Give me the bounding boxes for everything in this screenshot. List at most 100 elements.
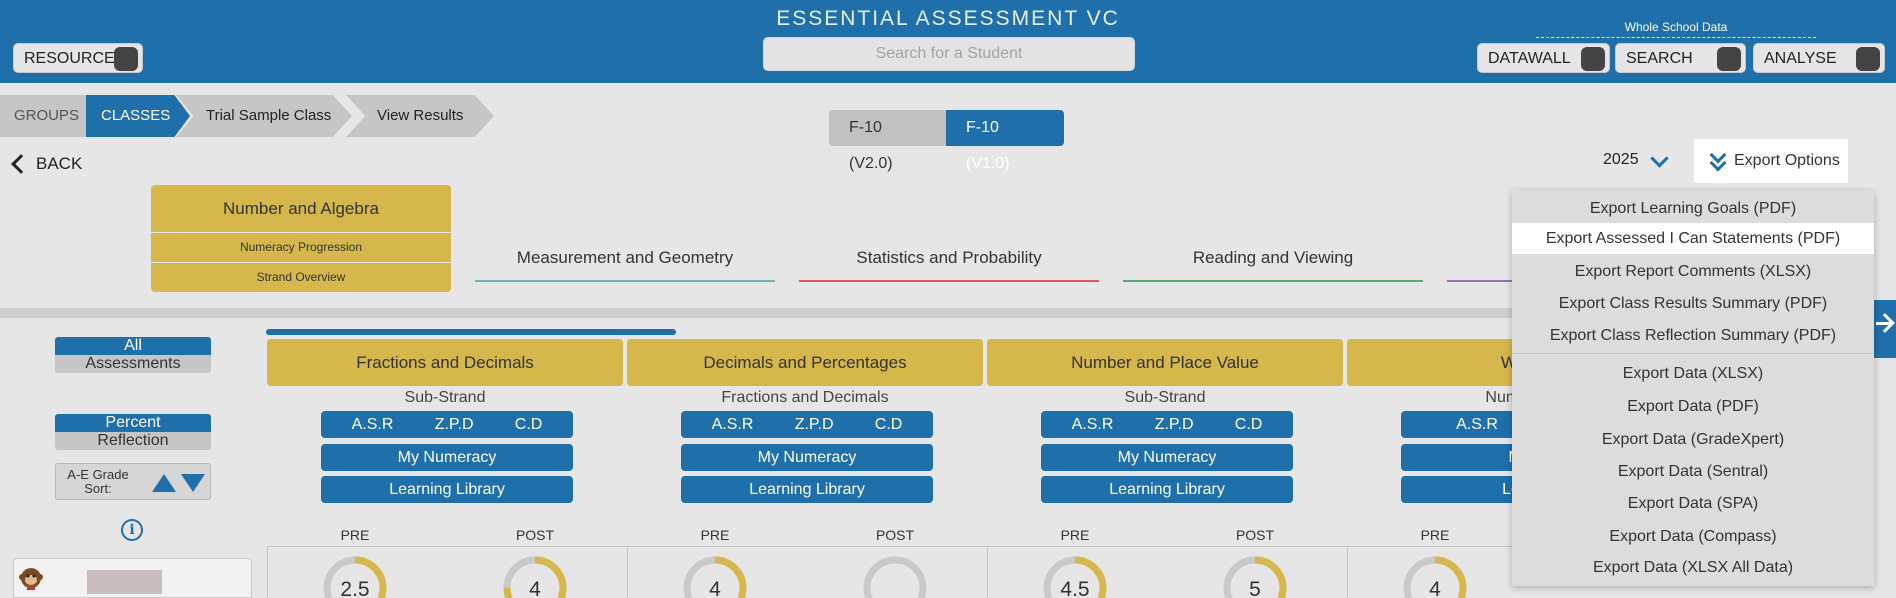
sort-ascending-icon[interactable] [152,474,176,492]
export-class-results-summary[interactable]: Export Class Results Summary (PDF) [1512,288,1874,319]
my-numeracy-button[interactable]: My Numeracy [681,444,933,471]
double-chevron-down-icon [1708,146,1728,172]
strand-tab-statistics-probability[interactable]: Statistics and Probability [799,242,1099,282]
code-cd[interactable]: C.D [875,411,903,438]
export-learning-goals[interactable]: Export Learning Goals (PDF) [1512,193,1874,224]
export-data-sentral[interactable]: Export Data (Sentral) [1512,456,1874,487]
display-mode-toggle[interactable]: Percent Reflection [55,414,211,450]
results-panel [987,546,1347,598]
back-button[interactable]: BACK [8,154,82,174]
search-button[interactable]: SEARCH [1615,43,1746,73]
resources-button[interactable]: RESOURCES [13,43,143,73]
resources-toggle-icon [114,47,138,71]
filter-assessments[interactable]: Assessments [55,355,211,373]
export-data-pdf[interactable]: Export Data (PDF) [1512,391,1874,422]
strand-tab-label: Number and Algebra [151,185,451,232]
substrand-header[interactable]: Fractions and Decimals [267,339,623,386]
my-numeracy-button[interactable]: My Numeracy [321,444,573,471]
chevron-down-icon [1649,148,1669,168]
pre-label: PRE [340,527,370,543]
search-label: SEARCH [1626,50,1693,67]
substrand-column-decimals-percentages: Decimals and Percentages Fractions and D… [627,339,987,598]
export-options-menu: Export Learning Goals (PDF) Export Asses… [1512,190,1874,586]
assessment-filter-toggle[interactable]: All Assessments [55,337,211,373]
code-asr[interactable]: A.S.R [352,411,394,438]
mode-reflection[interactable]: Reflection [55,432,211,450]
standard-codes-bar[interactable]: A.S.R Z.P.D C.D [321,411,573,438]
whole-school-data-label: Whole School Data [1624,20,1728,34]
strand-overview-link[interactable]: Strand Overview [151,263,451,292]
version-v1-button[interactable]: F-10 (V1.0) [946,110,1064,172]
pre-label: PRE [1420,527,1450,543]
code-zpd[interactable]: Z.P.D [1155,411,1194,438]
export-options-label: Export Options [1734,152,1840,169]
export-data-spa[interactable]: Export Data (SPA) [1512,488,1874,519]
substrand-category: Sub-Strand [1124,389,1206,406]
student-name-redacted [87,570,162,594]
substrand-category: Fractions and Decimals [721,389,889,406]
export-data-xlsx[interactable]: Export Data (XLSX) [1512,358,1874,389]
arrow-head [1875,313,1895,333]
year-value: 2025 [1603,151,1639,168]
breadcrumb-class[interactable]: Trial Sample Class [176,95,352,137]
my-numeracy-button[interactable]: My Numeracy [1041,444,1293,471]
strand-tab-number-algebra[interactable]: Number and Algebra Numeracy Progression … [151,185,451,292]
export-assessed-i-can[interactable]: Export Assessed I Can Statements (PDF) [1512,223,1874,254]
code-cd[interactable]: C.D [1235,411,1263,438]
app-header: ESSENTIAL ASSESSMENT VC RESOURCES Search… [0,0,1896,83]
results-panel [267,546,627,598]
substrand-column-fractions-decimals: Fractions and Decimals Sub-Strand A.S.R … [267,339,627,598]
post-label: POST [515,527,555,543]
resources-label: RESOURCES [24,50,126,67]
standard-codes-bar[interactable]: A.S.R Z.P.D C.D [1041,411,1293,438]
breadcrumb-groups[interactable]: GROUPS [0,95,86,137]
code-asr[interactable]: A.S.R [712,411,754,438]
export-class-reflection-summary[interactable]: Export Class Reflection Summary (PDF) [1512,320,1874,351]
code-asr[interactable]: A.S.R [1072,411,1114,438]
back-label: BACK [36,154,83,173]
export-data-compass[interactable]: Export Data (Compass) [1512,521,1874,552]
pre-label: PRE [700,527,730,543]
student-search-input[interactable]: Search for a Student [763,37,1135,71]
sort-descending-icon[interactable] [181,474,205,492]
export-report-comments[interactable]: Export Report Comments (XLSX) [1512,256,1874,287]
code-zpd[interactable]: Z.P.D [795,411,834,438]
standard-codes-bar[interactable]: A.S.R Z.P.D C.D [681,411,933,438]
info-icon[interactable]: i [121,519,143,541]
monkey-avatar-icon [19,568,43,590]
datawall-label: DATAWALL [1488,50,1571,67]
curriculum-version-toggle: F-10 (V2.0) F-10 (V1.0) [829,110,1064,172]
grade-sort-label: A-E Grade Sort: [67,467,129,496]
substrand-header[interactable]: Decimals and Percentages [627,339,983,386]
substrand-column-number-place-value: Number and Place Value Sub-Strand A.S.R … [987,339,1347,598]
code-asr[interactable]: A.S.R [1456,411,1498,438]
strand-tab-reading-viewing[interactable]: Reading and Viewing [1123,242,1423,282]
version-v2-button[interactable]: F-10 (V2.0) [829,110,946,172]
whole-school-divider [1536,37,1816,38]
mode-percent[interactable]: Percent [55,414,211,432]
chevron-left-icon [11,154,31,174]
student-row[interactable] [13,558,252,598]
breadcrumb-view-results[interactable]: View Results [346,95,494,137]
learning-library-button[interactable]: Learning Library [681,476,933,503]
datawall-button[interactable]: DATAWALL [1477,43,1610,73]
code-cd[interactable]: C.D [515,411,543,438]
year-select[interactable]: 2025 [1603,148,1669,169]
strand-tab-hidden[interactable] [1447,242,1517,282]
numeracy-progression-link[interactable]: Numeracy Progression [151,233,451,262]
substrand-header[interactable]: Number and Place Value [987,339,1343,386]
export-data-gradexpert[interactable]: Export Data (GradeXpert) [1512,424,1874,455]
breadcrumb-classes[interactable]: CLASSES [86,95,190,137]
results-panel [627,546,987,598]
code-zpd[interactable]: Z.P.D [435,411,474,438]
post-label: POST [875,527,915,543]
scroll-progress-bar[interactable] [266,329,676,335]
analyse-button[interactable]: ANALYSE [1753,43,1885,73]
filter-all[interactable]: All [55,337,211,355]
strand-tab-measurement-geometry[interactable]: Measurement and Geometry [475,242,775,282]
pre-label: PRE [1060,527,1090,543]
learning-library-button[interactable]: Learning Library [321,476,573,503]
export-data-xlsx-all[interactable]: Export Data (XLSX All Data) [1512,552,1874,583]
learning-library-button[interactable]: Learning Library [1041,476,1293,503]
export-options-button[interactable]: Export Options [1694,139,1848,183]
